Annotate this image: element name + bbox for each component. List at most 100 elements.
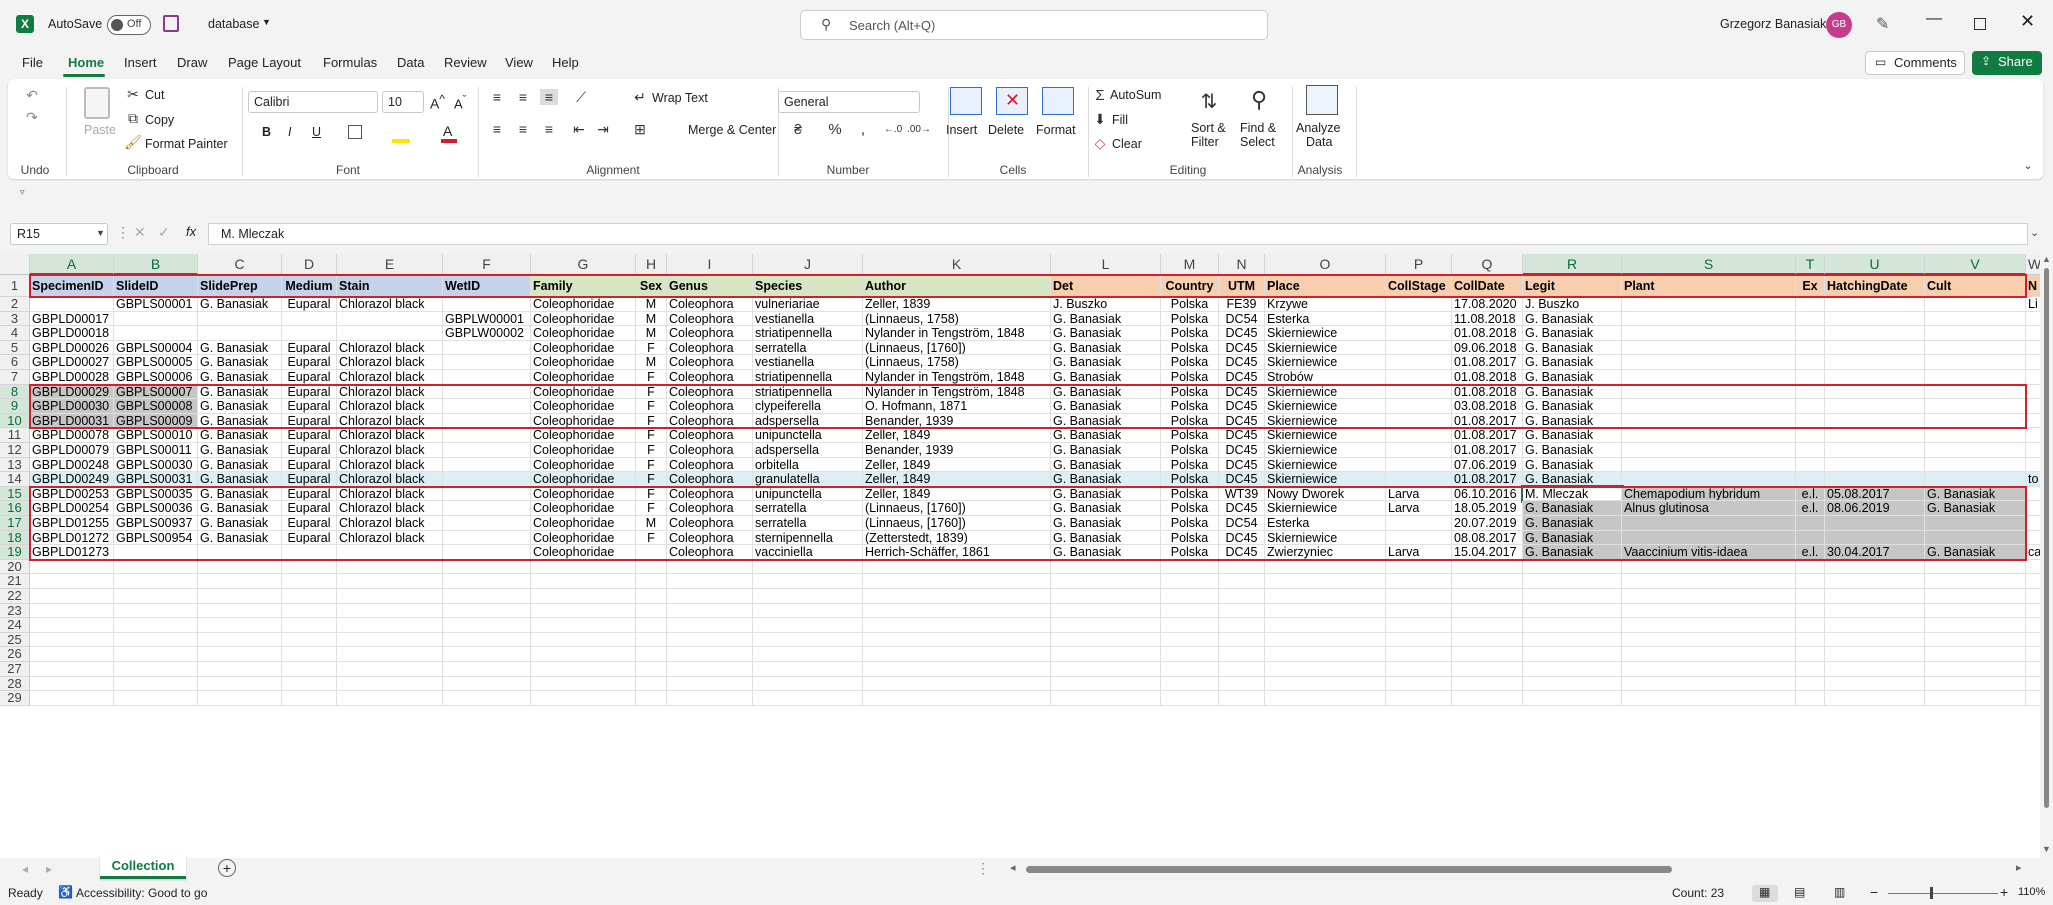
cell-H7[interactable]: F: [636, 370, 667, 385]
cell-Q16[interactable]: 18.05.2019: [1452, 501, 1523, 516]
cell-V27[interactable]: [1925, 662, 2026, 677]
cell-A4[interactable]: GBPLD00018: [30, 326, 114, 341]
cell-H5[interactable]: F: [636, 340, 667, 356]
scroll-left-icon[interactable]: ◂: [1010, 861, 1016, 874]
cell-K16[interactable]: (Linnaeus, [1760]): [863, 501, 1051, 516]
cell-H22[interactable]: [636, 589, 667, 604]
cell-L26[interactable]: [1051, 647, 1161, 662]
cell-D2[interactable]: Euparal: [282, 297, 337, 312]
cell-K12[interactable]: Benander, 1939: [863, 443, 1051, 458]
cell-M24[interactable]: [1161, 618, 1219, 633]
font-name-select[interactable]: Calibri: [248, 91, 378, 113]
cell-L9[interactable]: G. Banasiak: [1051, 399, 1161, 414]
cell-C15[interactable]: G. Banasiak: [198, 486, 282, 502]
delete-cells-icon[interactable]: ✕: [996, 87, 1028, 115]
cell-K9[interactable]: O. Hofmann, 1871: [863, 399, 1051, 414]
cell-M7[interactable]: Polska: [1161, 370, 1219, 385]
cell-L23[interactable]: [1051, 603, 1161, 619]
cell-W9[interactable]: [2026, 399, 2040, 414]
borders-icon[interactable]: [348, 125, 362, 139]
select-all-corner[interactable]: [0, 254, 30, 275]
cell-T12[interactable]: [1796, 443, 1825, 458]
cell-R5[interactable]: G. Banasiak: [1523, 340, 1622, 356]
cell-P11[interactable]: [1386, 428, 1452, 443]
cell-A25[interactable]: [30, 632, 114, 648]
row-header-14[interactable]: 14: [0, 472, 30, 487]
cell-P20[interactable]: [1386, 559, 1452, 575]
cell-D10[interactable]: Euparal: [282, 413, 337, 429]
cell-E12[interactable]: Chlorazol black: [337, 443, 443, 458]
cell-P25[interactable]: [1386, 632, 1452, 648]
header-cell-V[interactable]: Cult: [1925, 275, 2026, 297]
cell-T11[interactable]: [1796, 428, 1825, 443]
cell-M20[interactable]: [1161, 559, 1219, 575]
scroll-right-icon[interactable]: ▸: [2016, 861, 2022, 874]
cell-P24[interactable]: [1386, 618, 1452, 633]
cell-I23[interactable]: [667, 603, 753, 619]
cell-P2[interactable]: [1386, 297, 1452, 312]
column-header-C[interactable]: C: [198, 254, 282, 275]
cell-W6[interactable]: [2026, 355, 2040, 370]
cell-K21[interactable]: [863, 574, 1051, 589]
cell-A11[interactable]: GBPLD00078: [30, 428, 114, 443]
cell-V29[interactable]: [1925, 691, 2026, 706]
cell-O18[interactable]: Skierniewice: [1265, 530, 1386, 546]
cell-N21[interactable]: [1219, 574, 1265, 589]
cell-R9[interactable]: G. Banasiak: [1523, 399, 1622, 414]
cell-L5[interactable]: G. Banasiak: [1051, 340, 1161, 356]
cell-H9[interactable]: F: [636, 399, 667, 414]
tab-insert[interactable]: Insert: [124, 55, 157, 70]
cell-V18[interactable]: [1925, 530, 2026, 546]
cell-N11[interactable]: DC45: [1219, 428, 1265, 443]
cell-B14[interactable]: GBPLS00031: [114, 472, 198, 487]
cell-W2[interactable]: Li: [2026, 297, 2040, 312]
cell-F7[interactable]: [443, 370, 531, 385]
font-color-icon[interactable]: A: [443, 123, 452, 139]
paste-button[interactable]: Paste: [84, 123, 116, 137]
cell-B25[interactable]: [114, 632, 198, 648]
cell-B8[interactable]: GBPLS00007: [114, 384, 198, 400]
cell-T21[interactable]: [1796, 574, 1825, 589]
column-header-W[interactable]: W: [2026, 254, 2040, 275]
cell-M29[interactable]: [1161, 691, 1219, 706]
cell-M23[interactable]: [1161, 603, 1219, 619]
cell-F11[interactable]: [443, 428, 531, 443]
cell-E18[interactable]: Chlorazol black: [337, 530, 443, 546]
row-header-3[interactable]: 3: [0, 311, 30, 327]
cell-C6[interactable]: G. Banasiak: [198, 355, 282, 370]
cell-G4[interactable]: Coleophoridae: [531, 326, 636, 341]
cell-F4[interactable]: GBPLW00002: [443, 326, 531, 341]
analyze-data-icon[interactable]: [1306, 85, 1338, 115]
cell-W4[interactable]: [2026, 326, 2040, 341]
row-header-17[interactable]: 17: [0, 516, 30, 531]
cell-F22[interactable]: [443, 589, 531, 604]
cell-O15[interactable]: Nowy Dworek: [1265, 486, 1386, 502]
cell-I25[interactable]: [667, 632, 753, 648]
wrap-text-button[interactable]: Wrap Text: [652, 91, 708, 105]
cell-D24[interactable]: [282, 618, 337, 633]
cell-T24[interactable]: [1796, 618, 1825, 633]
cell-C7[interactable]: G. Banasiak: [198, 370, 282, 385]
cell-D16[interactable]: Euparal: [282, 501, 337, 516]
cell-I21[interactable]: [667, 574, 753, 589]
cell-J3[interactable]: vestianella: [753, 311, 863, 327]
cell-F21[interactable]: [443, 574, 531, 589]
cell-S6[interactable]: [1622, 355, 1796, 370]
row-header-11[interactable]: 11: [0, 428, 30, 443]
cell-D6[interactable]: Euparal: [282, 355, 337, 370]
cell-G2[interactable]: Coleophoridae: [531, 297, 636, 312]
cell-U8[interactable]: [1825, 384, 1925, 400]
cell-S18[interactable]: [1622, 530, 1796, 546]
comma-style-icon[interactable]: ,: [856, 121, 870, 138]
cell-J11[interactable]: unipunctella: [753, 428, 863, 443]
cell-E26[interactable]: [337, 647, 443, 662]
cell-G15[interactable]: Coleophoridae: [531, 486, 636, 502]
header-cell-U[interactable]: HatchingDate: [1825, 275, 1925, 297]
cell-D22[interactable]: [282, 589, 337, 604]
cell-I7[interactable]: Coleophora: [667, 370, 753, 385]
cell-I28[interactable]: [667, 676, 753, 692]
cell-K5[interactable]: (Linnaeus, [1760]): [863, 340, 1051, 356]
row-header-26[interactable]: 26: [0, 647, 30, 662]
tab-view[interactable]: View: [505, 55, 533, 70]
cell-V6[interactable]: [1925, 355, 2026, 370]
